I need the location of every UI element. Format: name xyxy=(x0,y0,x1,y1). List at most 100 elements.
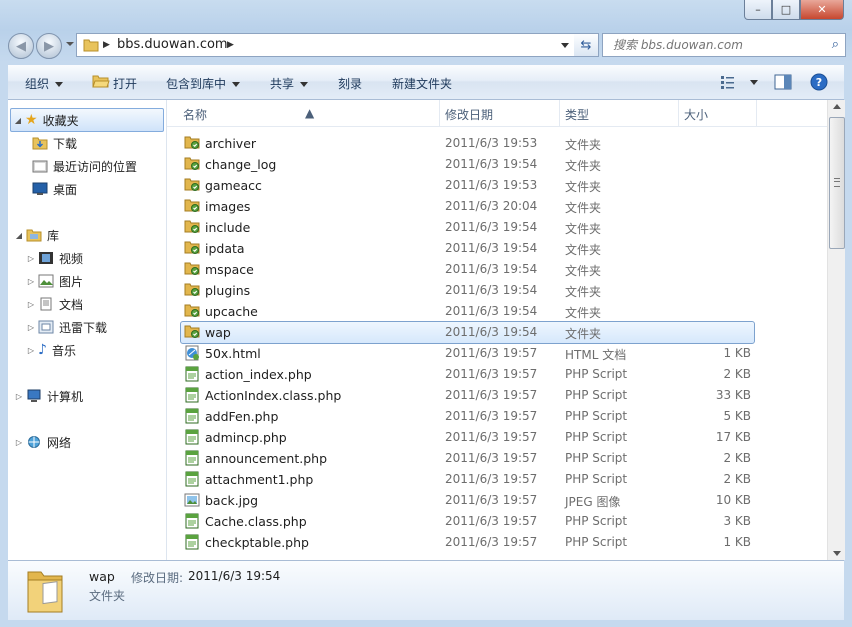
folder-row[interactable]: change_log 2011/6/3 19:54 文件夹 xyxy=(181,154,754,175)
recent-places-icon xyxy=(32,160,48,173)
tree-collapsed-icon[interactable]: ▷ xyxy=(12,438,26,447)
file-type: 文件夹 xyxy=(565,180,602,194)
nav-libraries[interactable]: ◢ 库 xyxy=(12,224,59,246)
tree-expanded-icon[interactable]: ◢ xyxy=(12,231,26,240)
nav-computer[interactable]: ▷ 计算机 xyxy=(12,385,83,407)
column-divider[interactable] xyxy=(439,100,440,126)
file-size: 33 KB xyxy=(715,388,751,402)
nav-videos-label: 视频 xyxy=(59,251,84,266)
preview-pane-icon[interactable] xyxy=(774,74,792,90)
vertical-scrollbar[interactable] xyxy=(827,100,845,560)
file-row[interactable]: admincp.php 2011/6/3 19:57 PHP Script 17 KB xyxy=(181,427,754,448)
search-box[interactable]: ⌕ xyxy=(602,33,846,57)
new-folder-button[interactable]: 新建文件夹 xyxy=(392,75,452,92)
tree-collapsed-icon[interactable]: ▷ xyxy=(24,254,38,263)
nav-videos[interactable]: ▷ 视频 xyxy=(24,247,83,269)
file-row[interactable]: action_index.php 2011/6/3 19:57 PHP Script… xyxy=(181,364,754,385)
nav-pictures[interactable]: ▷ 图片 xyxy=(24,270,83,292)
folder-row[interactable]: wap 2011/6/3 19:54 文件夹 xyxy=(180,321,755,344)
desktop-icon xyxy=(32,182,48,195)
folder-row[interactable]: gameacc 2011/6/3 19:53 文件夹 xyxy=(181,175,754,196)
folder-icon xyxy=(184,282,200,299)
file-type: 文件夹 xyxy=(565,243,602,257)
scroll-down-icon[interactable] xyxy=(833,551,841,556)
file-row[interactable]: checkptable.php 2011/6/3 19:57 PHP Script 1… xyxy=(181,532,754,553)
column-divider[interactable] xyxy=(678,100,679,126)
view-dropdown[interactable] xyxy=(744,75,758,89)
nav-favorites[interactable]: ◢ ★ 收藏夹 xyxy=(10,108,164,132)
file-row[interactable]: addFen.php 2011/6/3 19:57 PHP Script 5 KB xyxy=(181,406,754,427)
maximize-button[interactable]: □ xyxy=(772,0,800,20)
file-row[interactable]: back.jpg 2011/6/3 19:57 JPEG 图像 10 KB xyxy=(181,490,754,511)
file-type: 文件夹 xyxy=(565,327,602,341)
nav-recent-places[interactable]: 最近访问的位置 xyxy=(32,155,137,177)
nav-documents[interactable]: ▷ 文档 xyxy=(24,293,83,315)
nav-thunder-downloads[interactable]: ▷ 迅雷下载 xyxy=(24,316,107,338)
share-menu[interactable]: 共享 xyxy=(270,75,309,92)
include-in-library-menu[interactable]: 包含到库中 xyxy=(166,75,241,92)
tree-collapsed-icon[interactable]: ▷ xyxy=(12,392,26,401)
folder-icon xyxy=(184,261,200,278)
folder-row[interactable]: include 2011/6/3 19:54 文件夹 xyxy=(181,217,754,238)
column-name-header[interactable]: 名称 xyxy=(183,106,207,123)
php-file-icon xyxy=(184,513,200,532)
organize-menu[interactable]: 组织 xyxy=(25,75,64,92)
column-divider[interactable] xyxy=(756,100,757,126)
folder-row[interactable]: ipdata 2011/6/3 19:54 文件夹 xyxy=(181,238,754,259)
nav-network[interactable]: ▷ 网络 xyxy=(12,431,71,453)
tree-collapsed-icon[interactable]: ▷ xyxy=(24,323,38,332)
scrollbar-thumb[interactable] xyxy=(829,117,845,249)
folder-row[interactable]: archiver 2011/6/3 19:53 文件夹 xyxy=(181,133,754,154)
column-date-header[interactable]: 修改日期 xyxy=(445,106,493,123)
open-button[interactable]: 打开 xyxy=(113,75,137,92)
large-folder-icon xyxy=(27,571,63,613)
address-dropdown-icon[interactable] xyxy=(561,43,569,48)
search-icon[interactable]: ⌕ xyxy=(832,37,839,52)
nav-music[interactable]: ▷ ♪ 音乐 xyxy=(24,339,76,361)
nav-desktop[interactable]: 桌面 xyxy=(32,178,77,200)
burn-button[interactable]: 刻录 xyxy=(338,75,362,92)
file-row[interactable]: announcement.php 2011/6/3 19:57 PHP Script… xyxy=(181,448,754,469)
view-options-icon[interactable] xyxy=(720,75,736,89)
folder-row[interactable]: plugins 2011/6/3 19:54 文件夹 xyxy=(181,280,754,301)
forward-button[interactable]: ▶ xyxy=(36,33,62,59)
folder-icon xyxy=(184,219,200,236)
tree-collapsed-icon[interactable]: ▷ xyxy=(24,346,38,355)
address-bar[interactable]: ▶ bbs.duowan.com ▶ xyxy=(76,33,576,57)
breadcrumb-separator-icon[interactable]: ▶ xyxy=(227,40,234,50)
breadcrumb-separator-icon[interactable]: ▶ xyxy=(103,40,110,50)
file-name: archiver xyxy=(205,136,257,151)
nav-downloads[interactable]: 下载 xyxy=(32,132,77,154)
close-button[interactable]: ✕ xyxy=(800,0,844,20)
tree-expanded-icon[interactable]: ◢ xyxy=(11,116,25,125)
tree-collapsed-icon[interactable]: ▷ xyxy=(24,300,38,309)
back-button[interactable]: ◀ xyxy=(8,33,34,59)
breadcrumb-current[interactable]: bbs.duowan.com xyxy=(117,37,228,52)
recent-pages-dropdown[interactable] xyxy=(66,42,74,46)
file-row[interactable]: ActionIndex.class.php 2011/6/3 19:57 PHP S… xyxy=(181,385,754,406)
folder-row[interactable]: upcache 2011/6/3 19:54 文件夹 xyxy=(181,301,754,322)
column-size-header[interactable]: 大小 xyxy=(684,106,708,123)
scroll-up-icon[interactable] xyxy=(833,104,841,109)
file-name: announcement.php xyxy=(205,451,328,466)
column-type-header[interactable]: 类型 xyxy=(565,106,589,123)
refresh-button[interactable]: ⇆ xyxy=(574,33,599,57)
folder-row[interactable]: images 2011/6/3 20:04 文件夹 xyxy=(181,196,754,217)
tree-collapsed-icon[interactable]: ▷ xyxy=(24,277,38,286)
share-label: 共享 xyxy=(270,77,295,91)
folder-icon xyxy=(184,156,200,173)
minimize-button[interactable]: – xyxy=(744,0,772,20)
file-row[interactable]: Cache.class.php 2011/6/3 19:57 PHP Script 3… xyxy=(181,511,754,532)
file-type: 文件夹 xyxy=(565,159,602,173)
nav-desktop-label: 桌面 xyxy=(53,182,78,197)
file-date: 2011/6/3 19:54 xyxy=(445,220,538,234)
file-row[interactable]: 50x.html 2011/6/3 19:57 HTML 文档 1 KB xyxy=(181,343,754,364)
folder-row[interactable]: mspace 2011/6/3 19:54 文件夹 xyxy=(181,259,754,280)
computer-icon xyxy=(27,389,41,402)
file-row[interactable]: attachment1.php 2011/6/3 19:57 PHP Script 2… xyxy=(181,469,754,490)
search-input[interactable] xyxy=(611,37,815,53)
file-date: 2011/6/3 20:04 xyxy=(445,199,538,213)
column-divider[interactable] xyxy=(559,100,560,126)
file-type: 文件夹 xyxy=(565,138,602,152)
help-icon[interactable]: ? xyxy=(810,73,828,91)
